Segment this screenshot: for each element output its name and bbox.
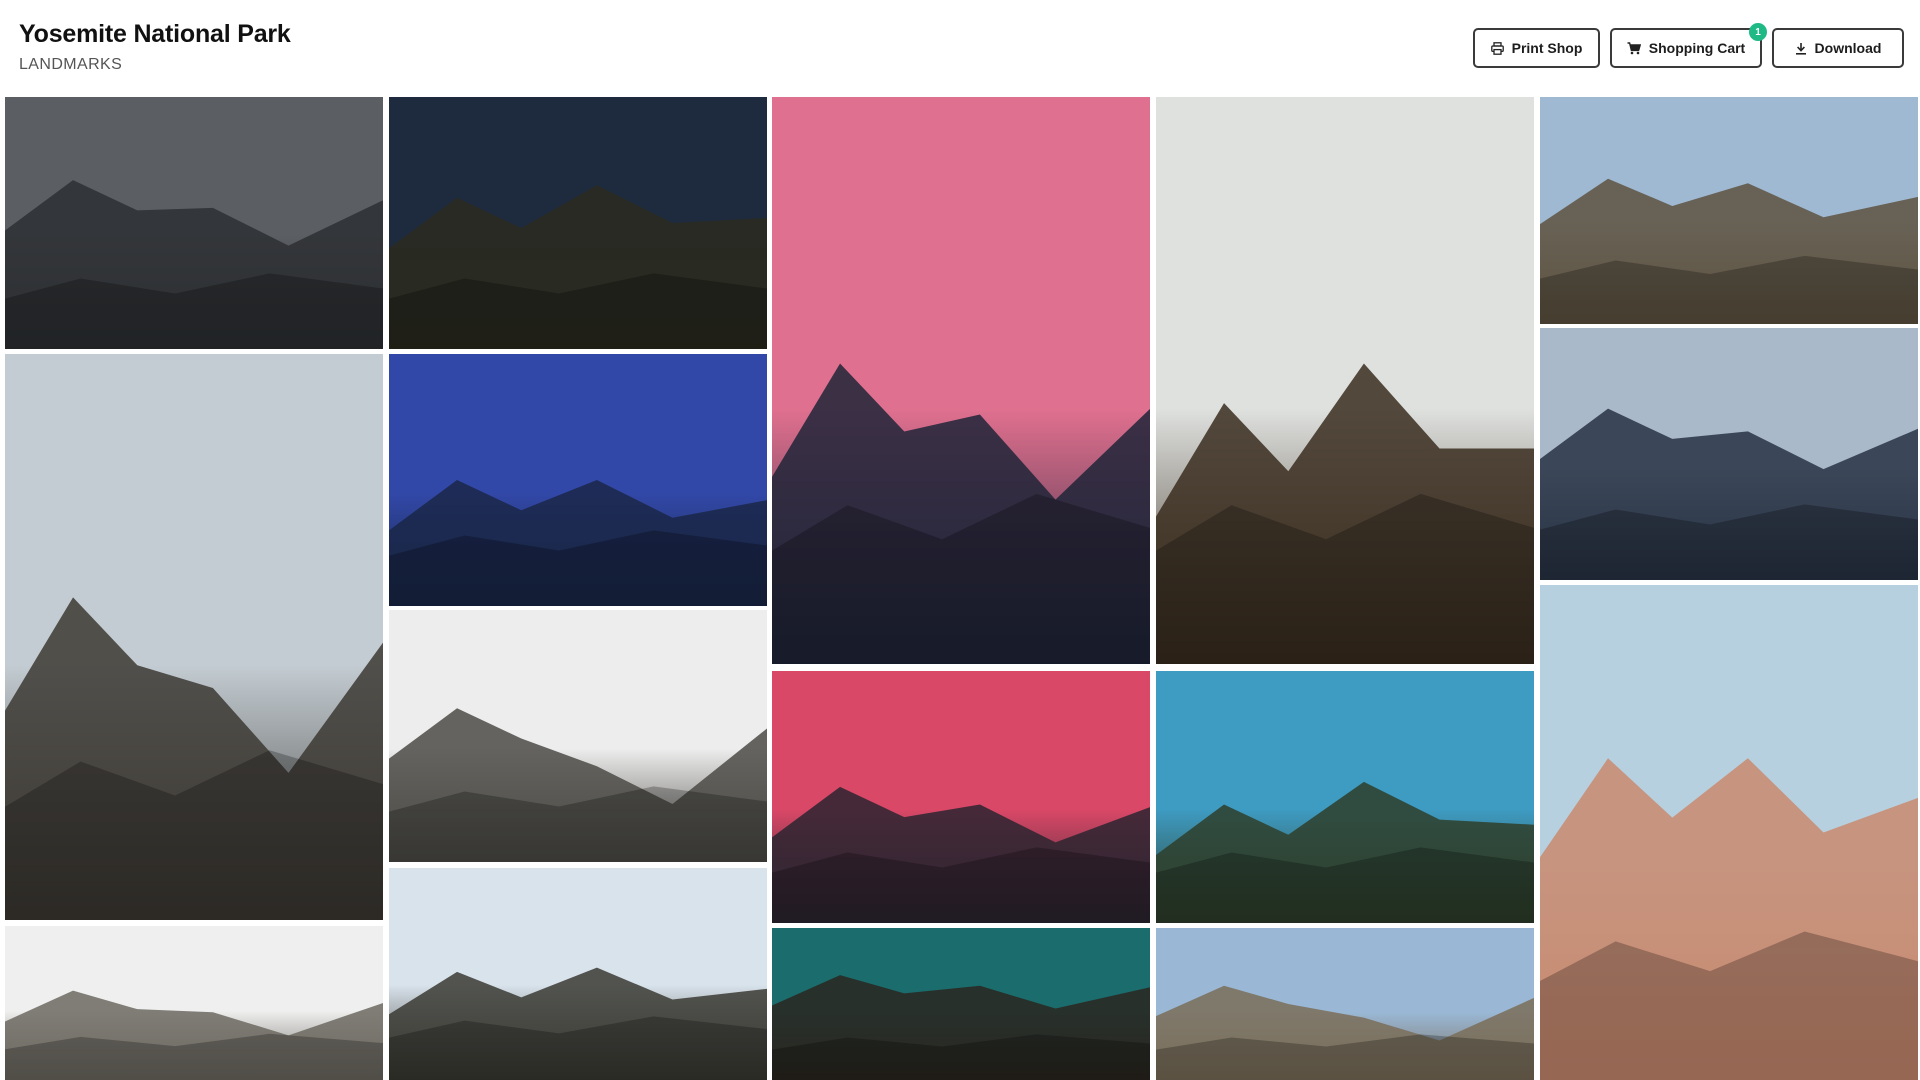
- photo-tile[interactable]: [1156, 928, 1534, 1080]
- photo-tile[interactable]: [389, 868, 767, 1080]
- photo-image: [1156, 97, 1534, 664]
- photo-image: [1540, 585, 1918, 1080]
- photo-image: [772, 671, 1150, 923]
- photo-image: [389, 97, 767, 349]
- photo-tile[interactable]: [5, 354, 383, 920]
- photo-image: [389, 868, 767, 1080]
- photo-image: [1540, 328, 1918, 580]
- photo-image: [389, 354, 767, 606]
- photo-image: [772, 928, 1150, 1080]
- photo-image: [1156, 928, 1534, 1080]
- photo-tile[interactable]: [5, 926, 383, 1080]
- photo-image: [1540, 97, 1918, 324]
- photo-tile[interactable]: [1156, 671, 1534, 923]
- photo-image: [5, 354, 383, 920]
- photo-image: [389, 610, 767, 862]
- photo-gallery: [0, 0, 1920, 1080]
- photo-tile[interactable]: [389, 97, 767, 349]
- photo-tile[interactable]: [389, 610, 767, 862]
- photo-tile[interactable]: [1540, 585, 1918, 1080]
- photo-tile[interactable]: [1540, 97, 1918, 324]
- photo-image: [1156, 671, 1534, 923]
- photo-tile[interactable]: [389, 354, 767, 606]
- photo-image: [5, 97, 383, 349]
- photo-tile[interactable]: [772, 671, 1150, 923]
- photo-tile[interactable]: [5, 97, 383, 349]
- photo-image: [772, 97, 1150, 664]
- photo-tile[interactable]: [1540, 328, 1918, 580]
- photo-image: [5, 926, 383, 1080]
- photo-tile[interactable]: [1156, 97, 1534, 664]
- photo-tile[interactable]: [772, 928, 1150, 1080]
- photo-tile[interactable]: [772, 97, 1150, 664]
